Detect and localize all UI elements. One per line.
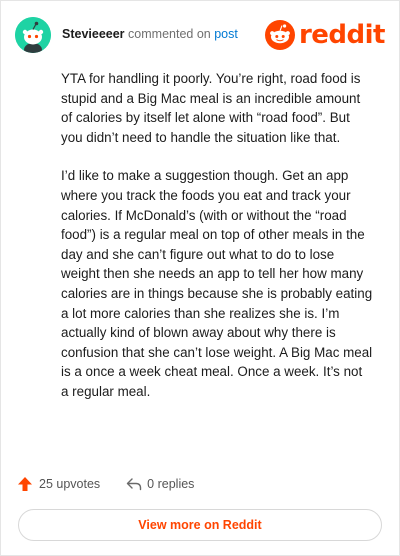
reddit-wordmark: reddit: [298, 20, 386, 50]
upvote-button[interactable]: 25 upvotes: [17, 476, 100, 492]
upvote-count: 25 upvotes: [39, 477, 101, 491]
reply-count: 0 replies: [147, 477, 195, 491]
reply-arrow-icon: [126, 478, 142, 491]
view-more-button[interactable]: View more on Reddit: [18, 509, 382, 541]
upvote-arrow-icon: [18, 477, 32, 491]
author-name[interactable]: Stevieeeer: [62, 27, 125, 41]
reddit-snoo-logo-icon: [264, 20, 295, 50]
action-text: commented on: [128, 27, 211, 41]
post-link[interactable]: post: [214, 27, 238, 41]
snoo-avatar-icon[interactable]: [15, 17, 51, 53]
comment-body: YTA for handling it poorly. You’re right…: [61, 69, 373, 421]
comment-footer: 25 upvotes 0 replies: [17, 473, 194, 495]
comment-paragraph: YTA for handling it poorly. You’re right…: [61, 71, 361, 145]
reddit-comment-card: Stevieeeer commented on post reddit YTA …: [0, 0, 400, 556]
reddit-brand[interactable]: reddit: [264, 19, 386, 51]
author-line: Stevieeeer commented on post: [62, 27, 238, 41]
comment-header: Stevieeeer commented on post reddit: [15, 15, 386, 55]
reply-button[interactable]: 0 replies: [126, 477, 194, 491]
comment-paragraph: I’d like to make a suggestion though. Ge…: [61, 168, 373, 399]
